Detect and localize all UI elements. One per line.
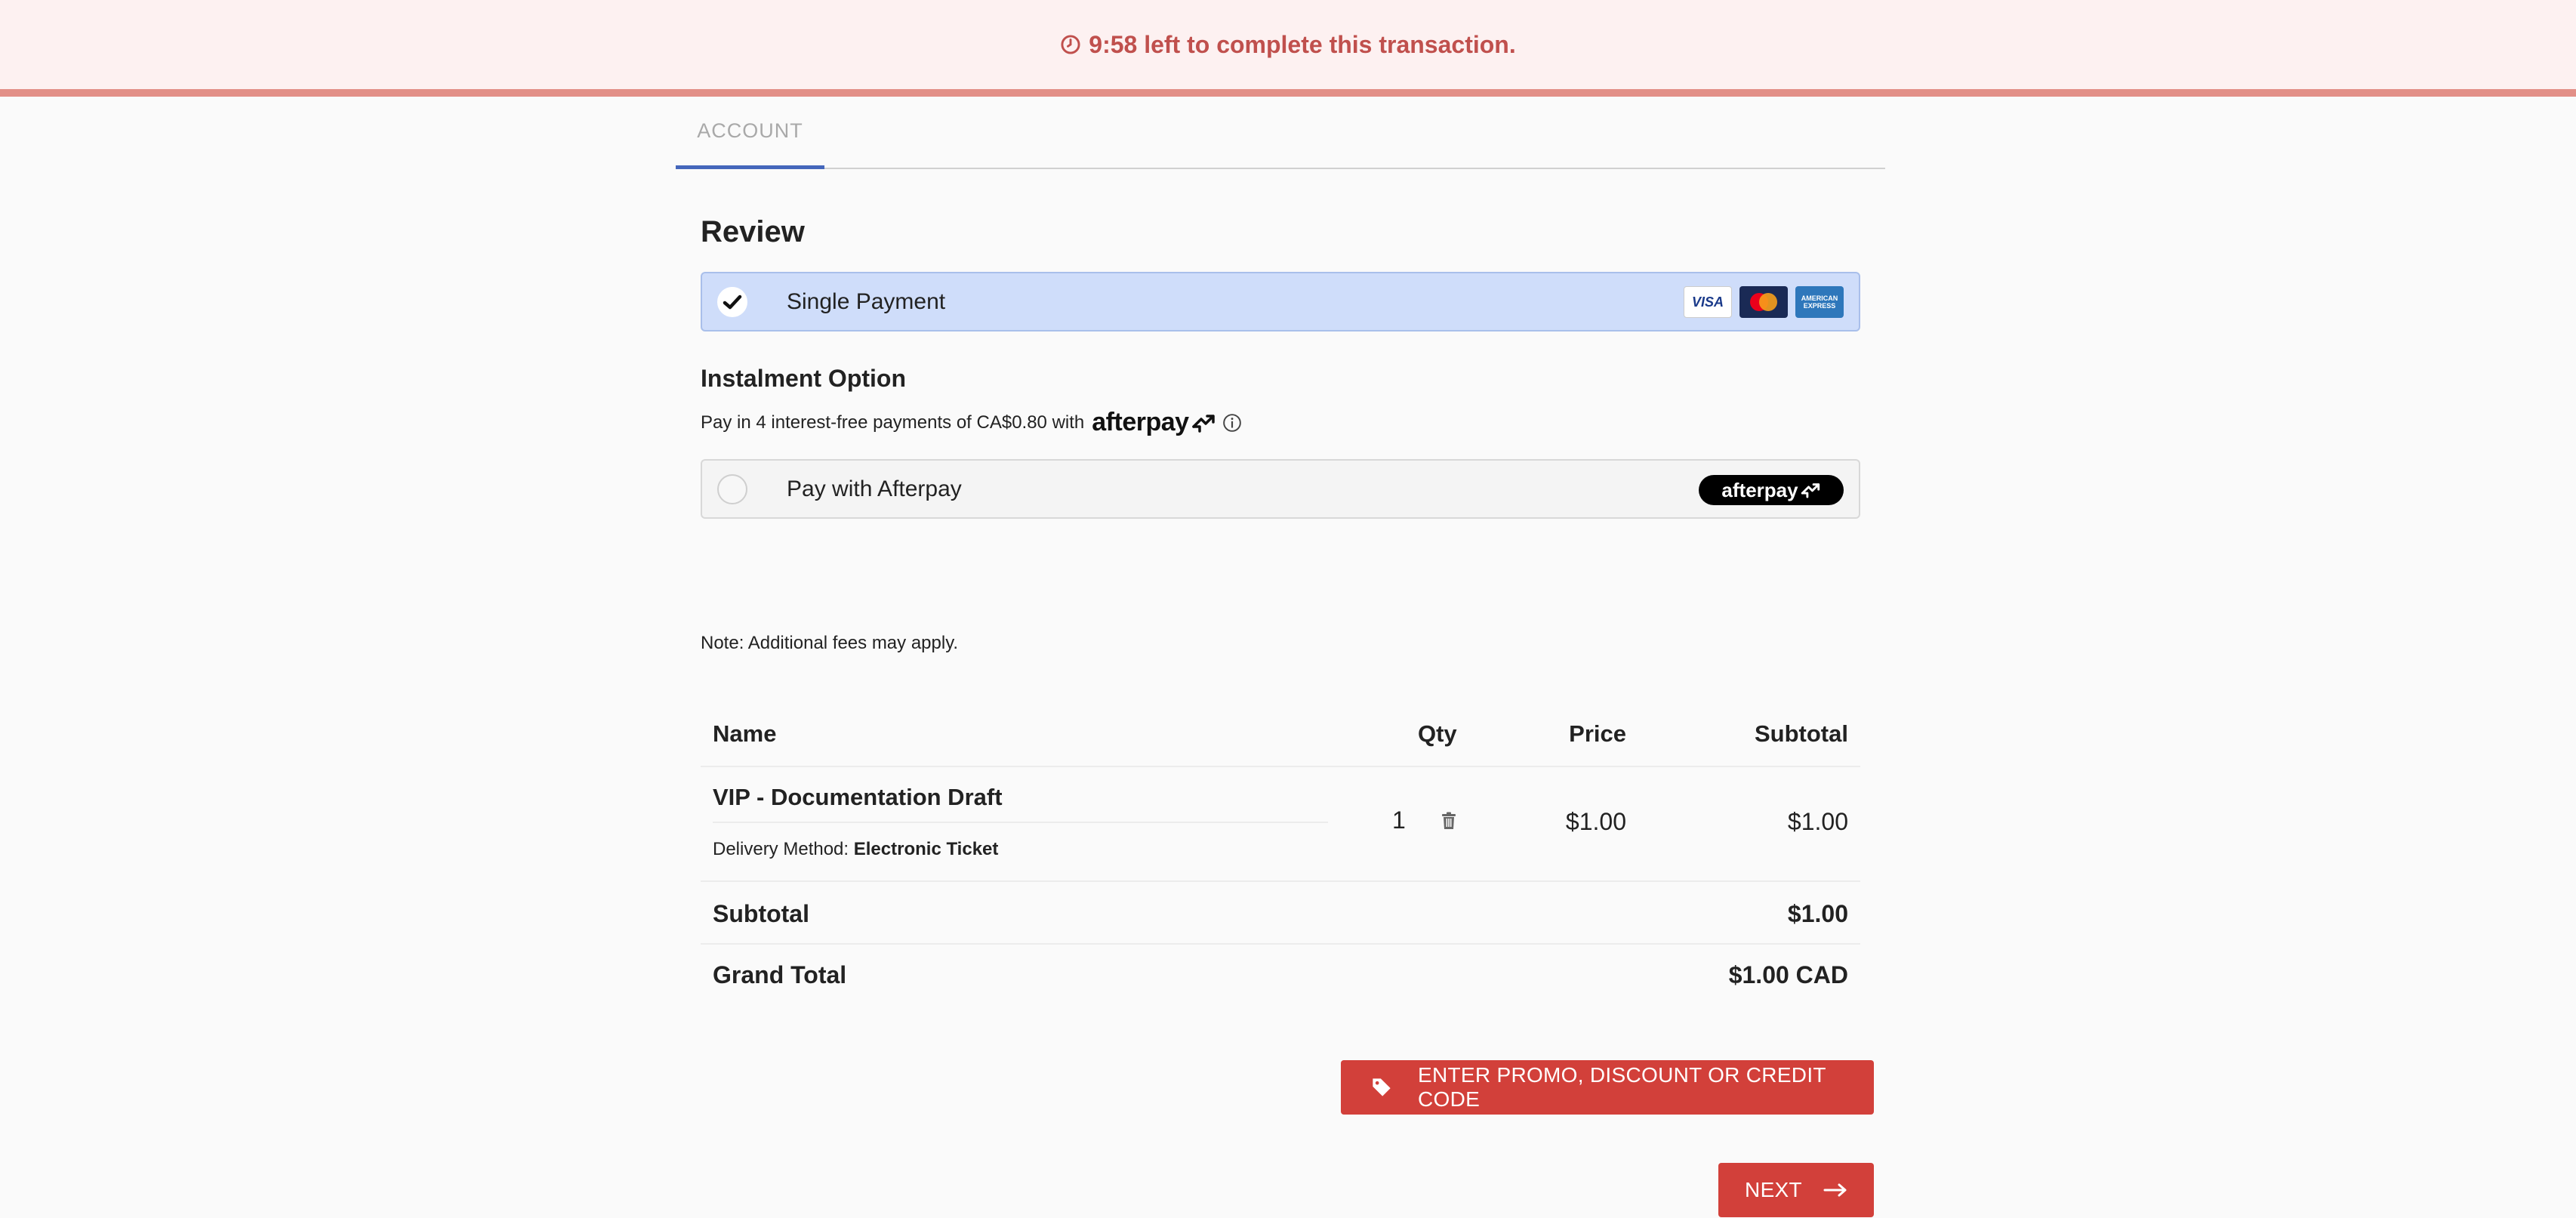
checkmark-icon [723,294,742,310]
afterpay-logo: afterpay [1092,408,1216,437]
timer-text: 9:58 left to complete this transaction. [1089,30,1516,58]
grand-total-row: Grand Total $1.00 CAD [701,945,1860,1007]
next-button-label: NEXT [1745,1178,1802,1201]
single-payment-option[interactable]: Single Payment VISA AMERICAN EXPRESS [701,272,1860,331]
item-name: VIP - Documentation Draft [713,784,1003,810]
review-title: Review [701,215,805,248]
trash-icon[interactable] [1441,812,1457,834]
grand-total-value: $1.00 CAD [1728,961,1848,988]
afterpay-option[interactable]: Pay with Afterpay afterpay [701,459,1860,519]
grand-total-label: Grand Total [713,961,847,988]
delivery-label: Delivery Method: [713,839,849,859]
afterpay-badge-text: afterpay [1721,478,1798,501]
afterpay-pay-in-text: Pay in 4 interest-free payments of CA$0.… [701,412,1085,433]
promo-button-label: ENTER PROMO, DISCOUNT OR CREDIT CODE [1418,1063,1826,1111]
item-divider [713,822,1328,823]
afterpay-option-label: Pay with Afterpay [787,476,962,501]
afterpay-badge: afterpay [1699,475,1844,505]
subtotal-value: $1.00 [1787,900,1848,927]
next-button[interactable]: NEXT [1718,1163,1874,1217]
tab-account[interactable]: ACCOUNT [676,97,824,169]
promo-code-button[interactable]: ENTER PROMO, DISCOUNT OR CREDIT CODE [1341,1060,1874,1115]
table-row: VIP - Documentation Draft Delivery Metho… [701,701,1860,882]
instalment-title: Instalment Option [701,365,906,392]
item-subtotal: $1.00 [1787,808,1848,835]
subtotal-row: Subtotal $1.00 [701,882,1860,945]
single-payment-radio[interactable] [717,287,747,317]
info-icon[interactable] [1222,413,1242,433]
single-payment-label: Single Payment [787,288,946,314]
step-tabs: ACCOUNT [676,97,1885,169]
mastercard-icon [1739,286,1788,318]
item-qty[interactable]: 1 [1392,806,1406,834]
tag-icon [1371,1077,1392,1098]
afterpay-wordmark-text: afterpay [1092,408,1189,436]
item-price: $1.00 [1565,808,1626,835]
subtotal-label: Subtotal [713,900,809,927]
afterpay-radio[interactable] [717,474,747,504]
delivery-method: Delivery Method: Electronic Ticket [713,839,998,860]
afterpay-info-line: Pay in 4 interest-free payments of CA$0.… [701,408,1242,437]
timer-banner: 9:58 left to complete this transaction. [0,0,2576,97]
afterpay-badge-arrows-icon [1801,483,1820,498]
clock-icon [1060,34,1081,55]
amex-icon: AMERICAN EXPRESS [1795,286,1844,318]
afterpay-arrows-icon [1191,414,1215,433]
visa-icon: VISA [1684,286,1732,318]
arrow-right-icon [1823,1183,1847,1197]
fees-note: Note: Additional fees may apply. [701,633,959,653]
card-icons: VISA AMERICAN EXPRESS [1684,286,1844,318]
delivery-value: Electronic Ticket [853,839,999,859]
